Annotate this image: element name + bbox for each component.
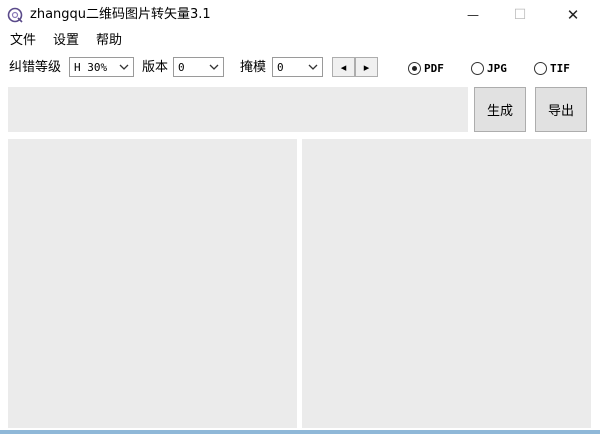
format-label-tif: TIF <box>550 61 570 75</box>
mask-select[interactable]: 0 <box>272 57 323 77</box>
spin-right-button[interactable]: ▸ <box>355 57 378 77</box>
version-label: 版本 <box>142 60 169 75</box>
error-level-select[interactable]: H 30% <box>69 57 134 77</box>
format-label-pdf: PDF <box>424 61 444 75</box>
error-level-value: H 30% <box>74 61 108 74</box>
maximize-button[interactable]: ☐ <box>497 0 543 30</box>
menu-help[interactable]: 帮助 <box>96 32 122 50</box>
content-input[interactable] <box>8 87 468 132</box>
export-button[interactable]: 导出 <box>535 87 587 132</box>
version-value: 0 <box>178 61 185 74</box>
error-level-label: 纠错等级 <box>9 60 62 75</box>
title-bar: zhangqu二维码图片转矢量3.1 — ☐ ✕ <box>0 0 600 30</box>
triangle-left-icon: ◂ <box>340 60 347 74</box>
chevron-down-icon <box>308 64 318 70</box>
format-radio-tif[interactable]: TIF <box>534 60 570 76</box>
version-select[interactable]: 0 <box>173 57 224 77</box>
menu-bar: 文件 设置 帮助 <box>0 30 600 52</box>
mask-value: 0 <box>277 61 284 74</box>
close-button[interactable]: ✕ <box>550 0 596 30</box>
chevron-down-icon <box>119 64 129 70</box>
source-image-panel <box>8 139 297 428</box>
radio-checked-icon <box>408 61 421 75</box>
menu-settings[interactable]: 设置 <box>53 32 79 50</box>
format-radio-pdf[interactable]: PDF <box>408 60 444 76</box>
menu-file[interactable]: 文件 <box>10 32 36 50</box>
triangle-right-icon: ▸ <box>363 60 370 74</box>
radio-unchecked-icon <box>471 61 484 75</box>
format-radio-jpg[interactable]: JPG <box>471 60 507 76</box>
window-bottom-border <box>0 430 600 434</box>
minimize-button[interactable]: — <box>450 0 496 30</box>
window-title: zhangqu二维码图片转矢量3.1 <box>30 7 211 22</box>
format-label-jpg: JPG <box>487 61 507 75</box>
vector-preview-panel <box>302 139 591 428</box>
close-icon: ✕ <box>566 6 580 24</box>
spin-left-button[interactable]: ◂ <box>332 57 355 77</box>
app-logo-icon <box>7 7 23 23</box>
minimize-icon: — <box>467 8 479 22</box>
chevron-down-icon <box>209 64 219 70</box>
mask-label: 掩模 <box>240 60 267 75</box>
radio-unchecked-icon <box>534 61 547 75</box>
generate-button[interactable]: 生成 <box>474 87 526 132</box>
maximize-icon: ☐ <box>513 7 527 23</box>
